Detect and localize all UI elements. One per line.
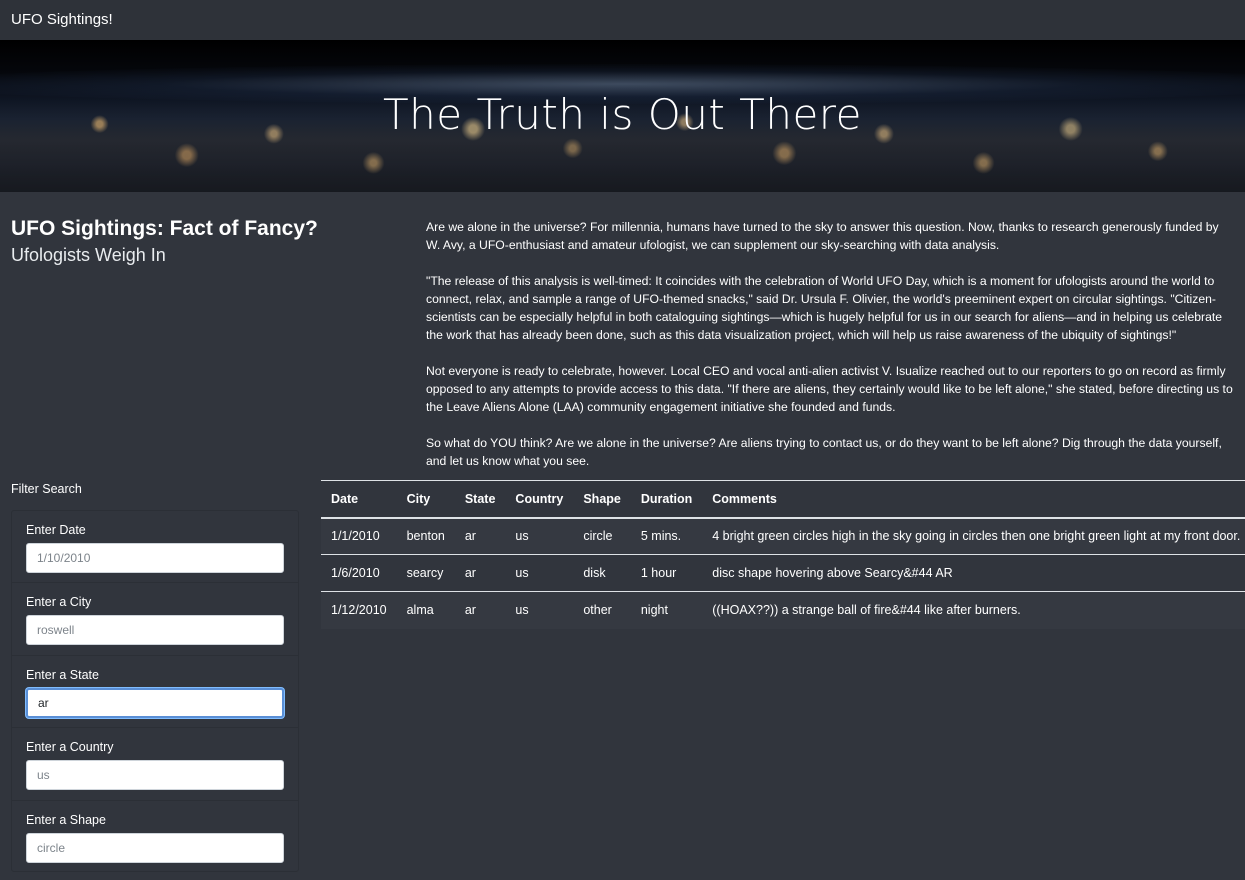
state-label: Enter a State: [26, 667, 99, 682]
header-duration: Duration: [630, 480, 703, 519]
table-row: 1/12/2010 alma ar us other night ((HOAX?…: [321, 591, 1245, 629]
cell-city: searcy: [396, 554, 455, 592]
filter-state: Enter a State: [12, 656, 298, 729]
headline-subtitle: Ufologists Weigh In: [11, 245, 166, 265]
navbar: UFO Sightings!: [0, 0, 1245, 40]
cell-city: benton: [396, 517, 455, 555]
cell-state: ar: [454, 554, 506, 592]
country-label: Enter a Country: [26, 740, 114, 755]
date-label: Enter Date: [26, 523, 86, 537]
cell-duration: night: [630, 591, 703, 629]
cell-shape: disk: [573, 554, 631, 592]
cell-shape: other: [573, 591, 631, 629]
headline-main: UFO Sightings: Fact of Fancy?: [11, 217, 318, 240]
filter-date: Enter Date: [12, 511, 298, 584]
cell-shape: circle: [573, 517, 631, 555]
article-paragraph: So what do YOU think? Are we alone in th…: [426, 436, 1222, 468]
cell-date: 1/6/2010: [321, 554, 397, 592]
article-paragraph: Not everyone is ready to celebrate, howe…: [426, 364, 1233, 414]
cell-date: 1/1/2010: [321, 517, 397, 555]
header-comments: Comments: [702, 480, 1245, 519]
article-headline: UFO Sightings: Fact of Fancy? Ufologists…: [11, 216, 381, 268]
filter-form: Enter Date Enter a City Enter a State En…: [11, 510, 299, 872]
state-input[interactable]: [26, 687, 284, 718]
date-input[interactable]: [26, 543, 284, 573]
header-shape: Shape: [573, 480, 631, 519]
cell-country: us: [505, 517, 574, 555]
shape-label: Enter a Shape: [26, 812, 106, 827]
filter-shape: Enter a Shape: [12, 801, 298, 873]
hero-title: The Truth is Out There: [383, 90, 862, 139]
table-header-row: Date City State Country Shape Duration C…: [321, 480, 1245, 519]
hero-banner: The Truth is Out There: [0, 40, 1245, 192]
cell-duration: 1 hour: [630, 554, 703, 592]
header-city: City: [396, 480, 455, 519]
ufo-table: Date City State Country Shape Duration C…: [321, 480, 1245, 629]
city-label: Enter a City: [26, 595, 92, 610]
cell-date: 1/12/2010: [321, 591, 397, 629]
header-date: Date: [321, 480, 397, 519]
cell-comments: ((HOAX??)) a strange ball of fire&#44 li…: [702, 591, 1245, 629]
cell-comments: 4 bright green circles high in the sky g…: [702, 517, 1245, 555]
filter-search-title: Filter Search: [11, 482, 82, 496]
cell-state: ar: [454, 517, 506, 555]
ufo-table-container: Date City State Country Shape Duration C…: [321, 480, 1245, 629]
shape-input[interactable]: [26, 832, 284, 863]
cell-country: us: [505, 591, 574, 629]
article-body: Are we alone in the universe? For millen…: [426, 218, 1234, 488]
cell-duration: 5 mins.: [630, 517, 703, 555]
cell-state: ar: [454, 591, 506, 629]
filter-city: Enter a City: [12, 583, 298, 656]
header-country: Country: [505, 480, 574, 519]
table-row: 1/6/2010 searcy ar us disk 1 hour disc s…: [321, 554, 1245, 592]
filter-country: Enter a Country: [12, 728, 298, 801]
table-row: 1/1/2010 benton ar us circle 5 mins. 4 b…: [321, 517, 1245, 555]
cell-comments: disc shape hovering above Searcy&#44 AR: [702, 554, 1245, 592]
city-input[interactable]: [26, 615, 284, 646]
cell-country: us: [505, 554, 574, 592]
cell-city: alma: [396, 591, 455, 629]
country-input[interactable]: [26, 760, 284, 791]
navbar-brand[interactable]: UFO Sightings!: [11, 11, 113, 28]
article-paragraph: Are we alone in the universe? For millen…: [426, 220, 1219, 252]
article-paragraph: "The release of this analysis is well-ti…: [426, 274, 1223, 342]
header-state: State: [454, 480, 506, 519]
